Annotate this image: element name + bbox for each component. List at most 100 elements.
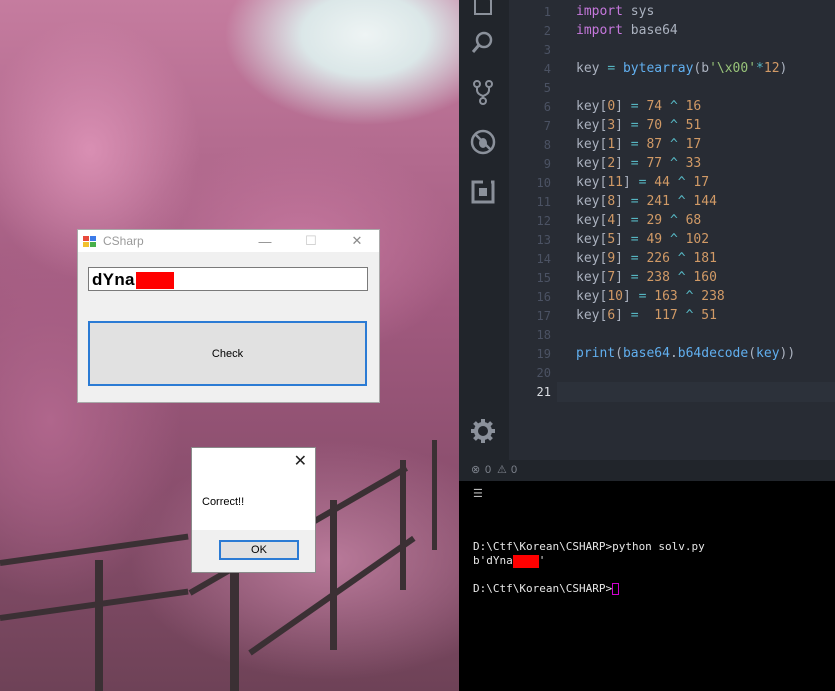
code-token: 163 xyxy=(654,289,678,304)
gear-icon[interactable] xyxy=(469,417,497,445)
code-token: import xyxy=(576,4,623,19)
code-token: 1 xyxy=(607,137,616,152)
code-token: = xyxy=(638,175,647,190)
line-number: 2 xyxy=(543,24,551,38)
code-token: 226 xyxy=(646,251,670,266)
code-token: 51 xyxy=(685,118,702,133)
line-number: 12 xyxy=(536,214,551,228)
close-button[interactable]: ✕ xyxy=(334,230,380,252)
fence-post xyxy=(400,460,406,590)
code-line: key[7] = 238 ^ 160 xyxy=(576,270,717,285)
csharp-window: CSharp — ☐ ✕ dYna Check xyxy=(77,229,380,403)
line-number: 4 xyxy=(543,62,551,76)
code-token: ^ xyxy=(677,175,686,190)
code-token: = xyxy=(630,194,639,209)
error-icon[interactable]: ⊗ xyxy=(471,463,480,476)
code-token: b64decode xyxy=(677,346,749,361)
terminal-output-suffix: ' xyxy=(538,554,546,567)
flag-input-value: dYna xyxy=(92,270,174,290)
warning-icon[interactable]: ⚠ xyxy=(497,463,507,476)
code-token: 5 xyxy=(607,232,616,247)
terminal-menu-icon[interactable]: ☰ xyxy=(473,487,483,500)
code-token: import xyxy=(576,23,623,38)
code-token: 49 xyxy=(646,232,663,247)
close-button[interactable]: ✕ xyxy=(294,451,307,471)
code-token: * xyxy=(756,61,764,76)
terminal-command: D:\Ctf\Korean\CSHARP>python solv.py xyxy=(473,540,705,553)
code-token: ^ xyxy=(685,289,694,304)
terminal-cursor xyxy=(612,583,620,595)
line-number: 18 xyxy=(536,328,551,342)
code-line: key[3] = 70 ^ 51 xyxy=(576,118,702,133)
extensions-icon[interactable] xyxy=(469,178,497,206)
line-number: 7 xyxy=(543,119,551,133)
code-token: 6 xyxy=(607,308,616,323)
code-token: 2 xyxy=(607,156,616,171)
code-token: = xyxy=(630,213,639,228)
source-control-icon[interactable] xyxy=(469,78,497,106)
debug-icon[interactable] xyxy=(469,128,497,156)
check-button[interactable]: Check xyxy=(88,321,367,386)
terminal-output-prefix: b'dYna xyxy=(473,554,513,567)
line-number: 8 xyxy=(543,138,551,152)
line-number: 10 xyxy=(536,176,551,190)
code-token: bytearray xyxy=(622,61,694,76)
code-line: key[5] = 49 ^ 102 xyxy=(576,232,710,247)
line-number: 16 xyxy=(536,290,551,304)
code-token: 144 xyxy=(693,194,717,209)
code-token: 29 xyxy=(646,213,663,228)
code-token: 8 xyxy=(607,194,616,209)
line-number: 13 xyxy=(536,233,551,247)
minimize-button[interactable]: — xyxy=(242,230,288,252)
code-token: 70 xyxy=(646,118,663,133)
code-line: key[10] = 163 ^ 238 xyxy=(576,289,725,304)
line-number: 17 xyxy=(536,309,551,323)
code-token: 102 xyxy=(685,232,710,247)
activity-bar xyxy=(459,0,509,460)
code-line: key[2] = 77 ^ 33 xyxy=(576,156,702,171)
code-token: ^ xyxy=(669,118,678,133)
code-token: 9 xyxy=(607,251,616,266)
code-token: 4 xyxy=(607,213,616,228)
code-token: print xyxy=(576,346,616,361)
code-token: 16 xyxy=(685,99,702,114)
message-footer: OK xyxy=(192,530,315,572)
window-title: CSharp xyxy=(103,234,144,248)
code-token: ^ xyxy=(669,213,678,228)
code-token: 7 xyxy=(607,270,616,285)
code-token: ^ xyxy=(685,308,694,323)
line-number: 3 xyxy=(543,43,551,57)
code-line: key = bytearray(b'\x00'*12) xyxy=(576,61,788,76)
message-box: ✕ Correct!! OK xyxy=(191,447,316,573)
code-token: ^ xyxy=(669,156,678,171)
code-token: 11 xyxy=(607,175,623,190)
line-number: 6 xyxy=(543,100,551,114)
code-token: = xyxy=(630,232,639,247)
code-area[interactable]: import sys import base64 key = bytearray… xyxy=(576,0,835,460)
code-token: ^ xyxy=(677,251,686,266)
code-token: 51 xyxy=(701,308,717,323)
explorer-icon[interactable] xyxy=(469,0,497,18)
search-icon[interactable] xyxy=(469,29,497,57)
code-token: ^ xyxy=(669,137,678,152)
terminal-output: b'dYna ' xyxy=(473,554,545,568)
message-text: Correct!! xyxy=(202,496,245,508)
title-bar[interactable]: CSharp — ☐ ✕ xyxy=(78,230,379,252)
maximize-button[interactable]: ☐ xyxy=(288,230,334,252)
fence-post xyxy=(330,500,337,650)
code-line: key[8] = 241 ^ 144 xyxy=(576,194,717,209)
code-token: 12 xyxy=(763,61,780,76)
code-line: import base64 xyxy=(576,23,678,38)
code-token: 68 xyxy=(685,213,702,228)
code-token: = xyxy=(607,61,616,76)
code-line: import sys xyxy=(576,4,655,19)
terminal[interactable]: ☰ D:\Ctf\Korean\CSHARP>python solv.py b'… xyxy=(459,481,835,691)
flag-input[interactable]: dYna xyxy=(88,267,368,291)
code-line: key[9] = 226 ^ 181 xyxy=(576,251,717,266)
code-token: ^ xyxy=(669,232,678,247)
fence-post xyxy=(95,560,103,691)
code-token: = xyxy=(630,118,639,133)
code-token: 17 xyxy=(693,175,710,190)
error-count: 0 xyxy=(485,464,492,476)
ok-button[interactable]: OK xyxy=(219,540,299,560)
